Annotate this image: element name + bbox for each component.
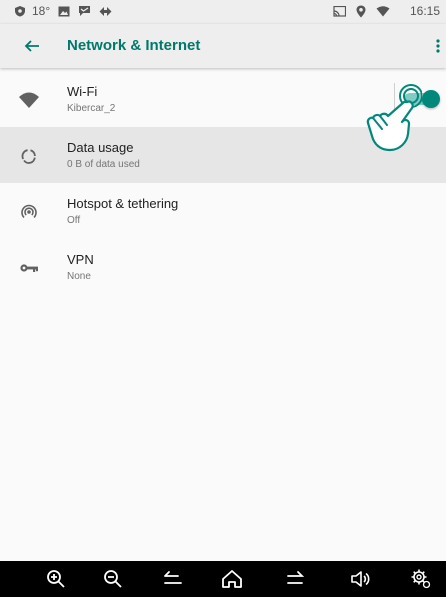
setting-item-vpn[interactable]: VPN None <box>0 239 446 295</box>
volume-icon[interactable] <box>349 568 371 590</box>
settings-list: Wi-Fi Kibercar_2 Data usage 0 B of data … <box>0 71 446 295</box>
setting-subtitle: None <box>67 271 91 282</box>
hotspot-icon <box>18 201 40 223</box>
setting-item-wifi[interactable]: Wi-Fi Kibercar_2 <box>0 71 446 127</box>
setting-subtitle: Off <box>67 215 81 226</box>
navigation-bar <box>0 561 446 597</box>
data-usage-icon <box>18 145 40 167</box>
divider <box>394 83 395 115</box>
back-icon[interactable] <box>162 568 184 590</box>
wifi-toggle-switch[interactable] <box>394 83 442 115</box>
setting-title: Hotspot & tethering <box>67 196 179 211</box>
sync-icon <box>99 6 112 17</box>
location-icon <box>356 5 366 18</box>
cast-icon <box>333 5 346 17</box>
app-bar: Network & Internet <box>0 24 446 68</box>
setting-subtitle: Kibercar_2 <box>67 103 116 114</box>
page-title: Network & Internet <box>67 37 201 54</box>
wifi-icon <box>18 89 40 111</box>
switch-thumb <box>422 90 440 108</box>
zoom-in-icon[interactable] <box>45 568 67 590</box>
settings-icon[interactable] <box>410 568 432 590</box>
zoom-out-icon[interactable] <box>102 568 124 590</box>
setting-title: VPN <box>67 252 94 267</box>
key-icon <box>18 257 40 279</box>
image-icon <box>58 6 70 17</box>
home-icon[interactable] <box>221 568 243 590</box>
more-vert-icon[interactable] <box>434 34 442 58</box>
arrow-left-icon[interactable] <box>20 34 44 58</box>
recents-icon[interactable] <box>284 568 306 590</box>
setting-title: Data usage <box>67 140 134 155</box>
status-bar: 18° 16:15 <box>0 0 446 24</box>
temperature-text: 18° <box>32 4 51 18</box>
time-text: 16:15 <box>409 4 440 18</box>
setting-item-data-usage[interactable]: Data usage 0 B of data used <box>0 127 446 183</box>
wifi-signal-icon <box>376 5 390 17</box>
setting-item-hotspot[interactable]: Hotspot & tethering Off <box>0 183 446 239</box>
message-icon <box>78 5 91 17</box>
shield-icon <box>14 5 26 17</box>
setting-title: Wi-Fi <box>67 84 98 99</box>
setting-subtitle: 0 B of data used <box>67 159 140 170</box>
